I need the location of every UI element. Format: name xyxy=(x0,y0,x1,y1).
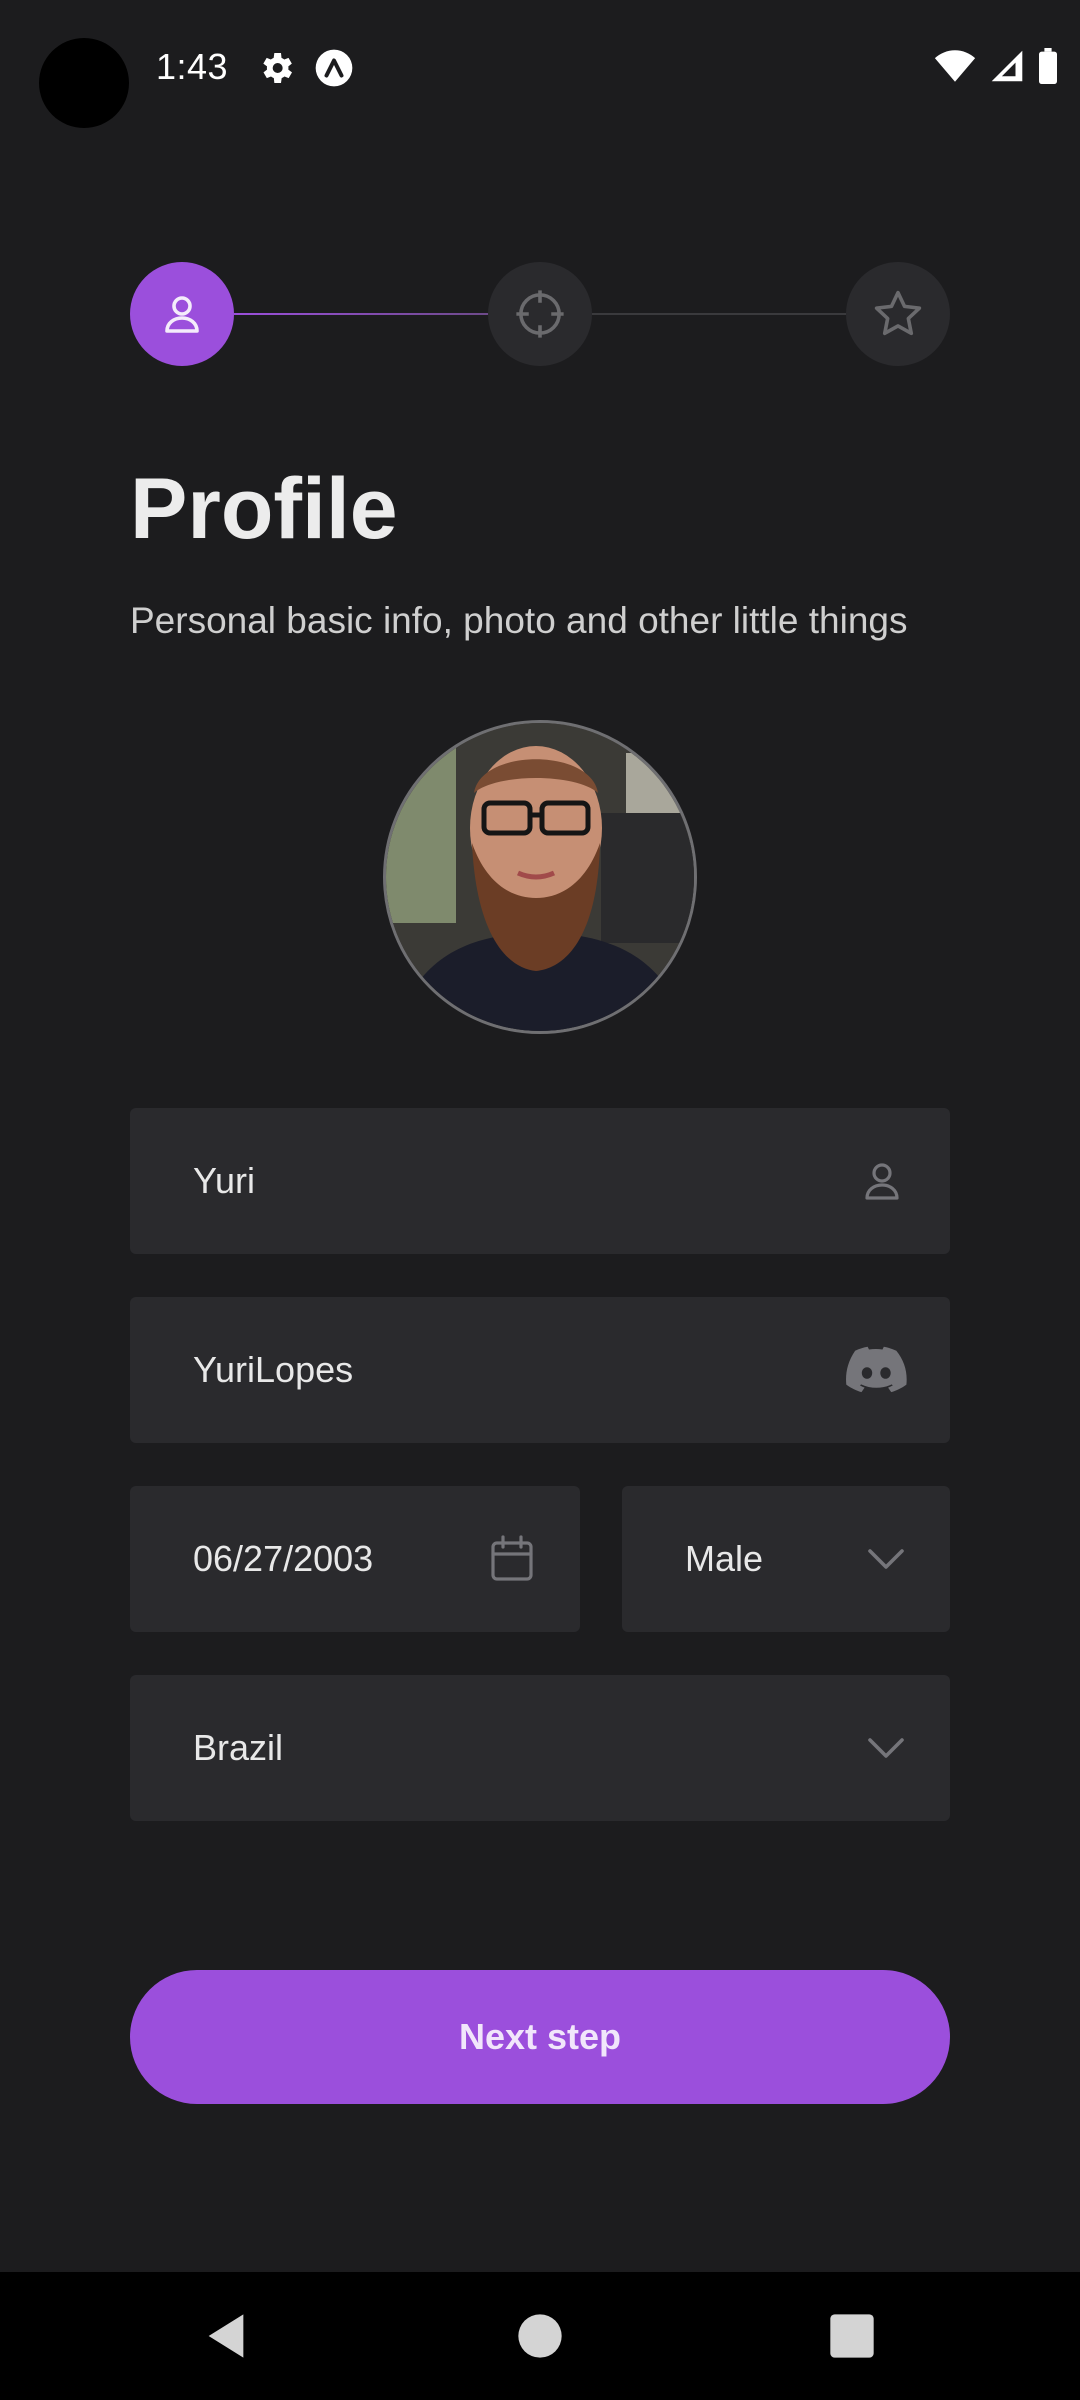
step-connector-2 xyxy=(592,313,846,315)
birthdate-field-value: 06/27/2003 xyxy=(193,1538,374,1579)
profile-screen: 1:43 Profile Personal basic info, photo … xyxy=(0,0,1080,2400)
profile-photo-avatar[interactable] xyxy=(383,720,697,1034)
name-field[interactable]: Yuri xyxy=(130,1108,950,1254)
app-notification-icon xyxy=(315,49,353,87)
settings-gear-icon xyxy=(263,53,292,83)
name-field-value: Yuri xyxy=(193,1160,256,1201)
page-title: Profile xyxy=(130,461,398,557)
camera-cutout xyxy=(39,38,129,128)
crosshair-icon xyxy=(516,290,564,338)
step-finish[interactable] xyxy=(846,262,950,366)
step-connector-1 xyxy=(234,313,488,315)
wifi-icon xyxy=(934,50,976,82)
birthdate-field[interactable]: 06/27/2003 xyxy=(130,1486,580,1632)
discord-icon xyxy=(846,1346,907,1393)
step-goals[interactable] xyxy=(488,262,592,366)
system-navigation-bar xyxy=(0,2272,1080,2400)
user-icon xyxy=(865,1163,899,1200)
home-icon[interactable] xyxy=(514,2310,566,2362)
page-subtitle: Personal basic info, photo and other lit… xyxy=(130,600,908,641)
step-profile[interactable] xyxy=(130,262,234,366)
user-icon xyxy=(165,296,199,333)
discord-field-value: YuriLopes xyxy=(193,1349,354,1390)
back-icon[interactable] xyxy=(200,2310,252,2362)
calendar-icon xyxy=(491,1535,533,1581)
status-time: 1:43 xyxy=(156,46,229,87)
gender-select-value: Male xyxy=(685,1538,764,1579)
signal-icon xyxy=(991,50,1023,82)
profile-photo-image xyxy=(386,723,694,1031)
country-select[interactable]: Brazil xyxy=(130,1675,950,1821)
star-icon xyxy=(874,290,922,336)
progress-stepper xyxy=(130,262,950,366)
recents-icon[interactable] xyxy=(826,2310,878,2362)
discord-username-field[interactable]: YuriLopes xyxy=(130,1297,950,1443)
chevron-down-icon xyxy=(868,1549,904,1569)
status-right-icons xyxy=(934,48,1058,84)
country-select-value: Brazil xyxy=(193,1727,284,1768)
battery-icon xyxy=(1039,48,1057,84)
next-step-button[interactable]: Next step xyxy=(130,1970,950,2104)
gender-select[interactable]: Male xyxy=(622,1486,950,1632)
chevron-down-icon xyxy=(868,1738,904,1758)
